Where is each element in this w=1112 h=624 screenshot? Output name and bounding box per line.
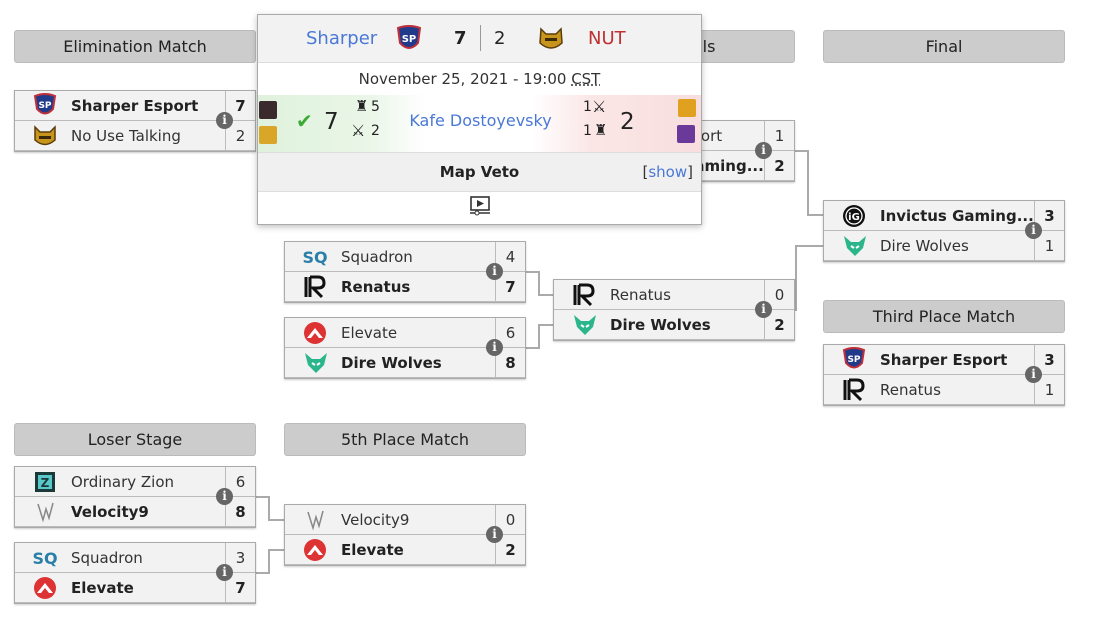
team-name[interactable]: Sharper Esport bbox=[71, 97, 225, 115]
header-elimination-match: Elimination Match bbox=[14, 30, 256, 63]
svg-text:SQ: SQ bbox=[303, 248, 327, 267]
sharper-logo-icon: SP bbox=[33, 92, 57, 118]
team-name[interactable]: Elevate bbox=[71, 579, 225, 597]
match-elimination[interactable]: SP Sharper Esport 7 No Use Talking 2 i bbox=[14, 90, 256, 152]
team-name[interactable]: Invictus Gaming... bbox=[880, 207, 1034, 225]
nut-logo-icon bbox=[538, 25, 564, 58]
elevate-logo-icon bbox=[303, 538, 327, 562]
team-name[interactable]: Velocity9 bbox=[71, 503, 225, 521]
team-name[interactable]: Squadron bbox=[71, 549, 225, 567]
renatus-logo-icon bbox=[842, 378, 866, 402]
sharper-logo-icon: SP bbox=[396, 25, 422, 60]
zion-logo-icon: Z bbox=[33, 470, 57, 494]
match-info-icon[interactable]: i bbox=[486, 339, 503, 356]
popup-score2: 2 bbox=[494, 28, 506, 49]
squadron-logo-icon: SQ bbox=[303, 245, 327, 269]
velocity-logo-icon bbox=[33, 500, 57, 524]
match-info-icon[interactable]: i bbox=[755, 142, 772, 159]
map-veto-row: Map Veto [show] bbox=[258, 153, 701, 192]
match-third-place[interactable]: SP Sharper Esport 3 Renatus 1 i bbox=[823, 344, 1065, 406]
team-name[interactable]: Dire Wolves bbox=[610, 316, 764, 334]
header-loser-stage: Loser Stage bbox=[14, 423, 256, 456]
elevate-logo-icon bbox=[303, 321, 327, 345]
map-score2: 2 bbox=[620, 109, 635, 135]
header-final: Final bbox=[823, 30, 1065, 63]
vod-icon[interactable] bbox=[469, 196, 491, 220]
team-name[interactable]: Squadron bbox=[341, 248, 495, 266]
defense-rook-icon: ♜ bbox=[594, 121, 608, 139]
match-info-icon[interactable]: i bbox=[755, 301, 772, 318]
team-name[interactable]: No Use Talking bbox=[71, 127, 225, 145]
popup-header: Sharper SP 7 2 NUT bbox=[258, 15, 701, 63]
popup-score1: 7 bbox=[454, 28, 467, 49]
direwolves-logo-icon bbox=[303, 351, 327, 375]
svg-text:SP: SP bbox=[38, 101, 51, 111]
match-info-icon[interactable]: i bbox=[216, 488, 233, 505]
game-row: ✔ 7 ♜ 5 ⚔ 2 Kafe Dostoyevsky 1 ⚔ 1 ♜ 2 bbox=[258, 95, 701, 153]
header-third-place: Third Place Match bbox=[823, 300, 1065, 333]
header-fifth-place: 5th Place Match bbox=[284, 423, 526, 456]
match-info-icon[interactable]: i bbox=[1025, 222, 1042, 239]
match-info-icon[interactable]: i bbox=[1025, 366, 1042, 383]
date-text: November 25, 2021 - 19:00 bbox=[358, 70, 572, 88]
popup-footer bbox=[258, 192, 701, 224]
match-info-icon[interactable]: i bbox=[486, 263, 503, 280]
t2-defense-rounds: 1 bbox=[583, 123, 592, 139]
direwolves-logo-icon bbox=[842, 234, 866, 258]
team-name[interactable]: Renatus bbox=[880, 381, 1034, 399]
match-date: November 25, 2021 - 19:00 CST bbox=[258, 63, 701, 95]
show-veto-link[interactable]: show bbox=[648, 163, 687, 181]
ig-logo-icon: iG bbox=[842, 204, 866, 228]
squadron-logo-icon: SQ bbox=[33, 546, 57, 570]
match-info-icon[interactable]: i bbox=[486, 526, 503, 543]
match-fifth-place[interactable]: Velocity9 0 Elevate 2 i bbox=[284, 504, 526, 566]
match-quarterfinal-1[interactable]: SQ Squadron 4 Renatus 7 i bbox=[284, 241, 526, 303]
match-final[interactable]: iG Invictus Gaming... 3 Dire Wolves 1 i bbox=[823, 200, 1065, 262]
score-divider bbox=[480, 25, 481, 51]
svg-text:iG: iG bbox=[848, 212, 860, 223]
team-name[interactable]: Sharper Esport bbox=[880, 351, 1034, 369]
renatus-logo-icon bbox=[303, 275, 327, 299]
direwolves-logo-icon bbox=[572, 313, 596, 337]
match-popup: Sharper SP 7 2 NUT November 25, 2021 - 1… bbox=[257, 14, 702, 225]
map-veto-label: Map Veto bbox=[439, 163, 520, 181]
match-quarterfinal-2[interactable]: Elevate 6 Dire Wolves 8 i bbox=[284, 317, 526, 379]
match-semifinal-2[interactable]: Renatus 0 Dire Wolves 2 i bbox=[553, 279, 795, 341]
t2-attack-rounds: 1 bbox=[583, 99, 592, 115]
nut-logo-icon bbox=[33, 124, 57, 148]
popup-team1-link[interactable]: Sharper bbox=[306, 28, 377, 49]
team-name[interactable]: Elevate bbox=[341, 541, 495, 559]
match-info-icon[interactable]: i bbox=[216, 564, 233, 581]
map-name-link[interactable]: Kafe Dostoyevsky bbox=[258, 111, 703, 130]
svg-text:SP: SP bbox=[402, 34, 417, 45]
team-name[interactable]: Renatus bbox=[610, 286, 764, 304]
timezone-abbr[interactable]: CST bbox=[571, 70, 600, 88]
velocity-logo-icon bbox=[303, 508, 327, 532]
team-name[interactable]: Velocity9 bbox=[341, 511, 495, 529]
operator-ban-icon bbox=[677, 125, 695, 143]
svg-text:Z: Z bbox=[41, 476, 50, 490]
svg-text:SQ: SQ bbox=[33, 549, 57, 568]
match-loser-stage-1[interactable]: Z Ordinary Zion 6 Velocity9 8 i bbox=[14, 466, 256, 528]
match-info-icon[interactable]: i bbox=[216, 112, 233, 129]
attack-swords-icon: ⚔ bbox=[592, 97, 607, 116]
renatus-logo-icon bbox=[572, 283, 596, 307]
sharper-logo-icon: SP bbox=[842, 346, 866, 372]
team-name[interactable]: Elevate bbox=[341, 324, 495, 342]
operator-ban-icon bbox=[678, 99, 696, 117]
team-name[interactable]: Dire Wolves bbox=[341, 354, 495, 372]
popup-team2-link[interactable]: NUT bbox=[588, 28, 626, 49]
team-name[interactable]: Dire Wolves bbox=[880, 237, 1034, 255]
elevate-logo-icon bbox=[33, 576, 57, 600]
team-name[interactable]: Renatus bbox=[341, 278, 495, 296]
svg-text:SP: SP bbox=[847, 355, 860, 365]
match-loser-stage-2[interactable]: SQ Squadron 3 Elevate 7 i bbox=[14, 542, 256, 604]
team-name[interactable]: Ordinary Zion bbox=[71, 473, 225, 491]
